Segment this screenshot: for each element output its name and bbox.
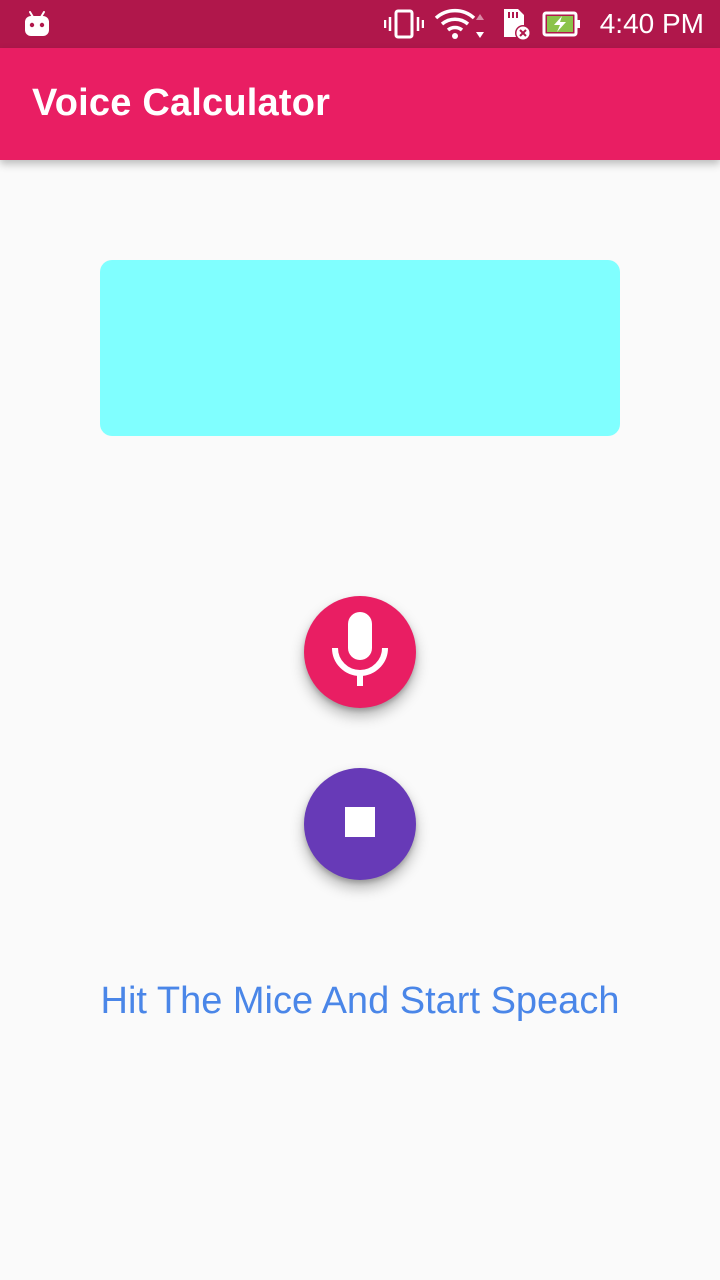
app-bar: Voice Calculator (0, 48, 720, 160)
mic-button[interactable] (304, 596, 416, 708)
status-time: 4:40 PM (599, 8, 704, 39)
battery-charging-icon (542, 10, 582, 38)
status-bar: 4:40 PM (0, 0, 720, 48)
status-icons: 4:40 PM (383, 0, 704, 48)
android-icon (24, 10, 50, 38)
sd-card-icon (498, 7, 532, 41)
hint-text: Hit The Mice And Start Speach (100, 980, 620, 1022)
mic-icon (330, 610, 390, 695)
vibrate-icon (383, 8, 424, 40)
stop-button[interactable] (304, 768, 416, 880)
result-display (100, 260, 620, 436)
app-title: Voice Calculator (32, 82, 331, 124)
wifi-icon (434, 8, 488, 40)
stop-icon (344, 806, 376, 843)
